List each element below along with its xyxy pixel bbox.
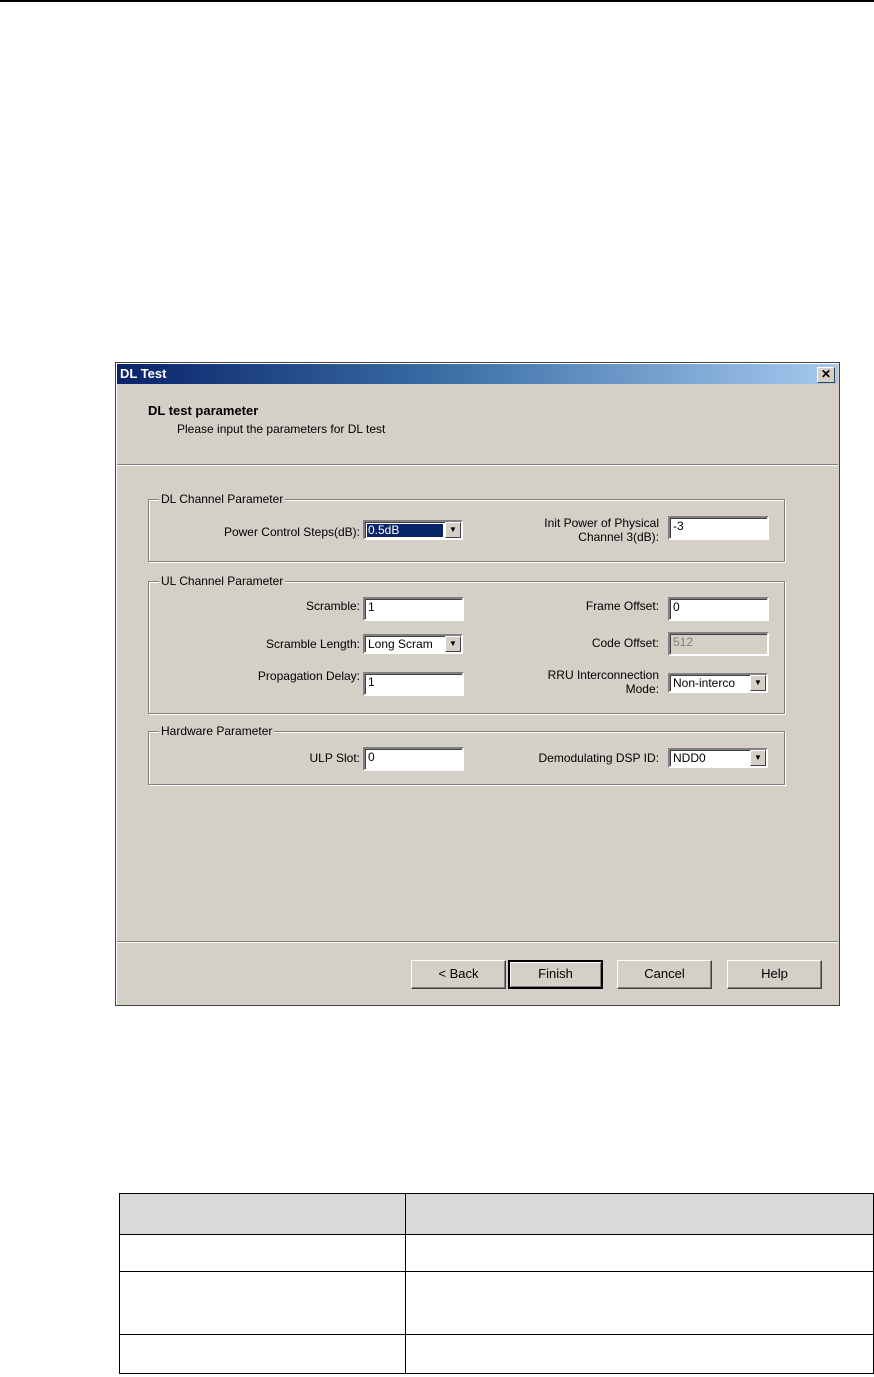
dialog-title: DL Test: [120, 366, 167, 381]
propagation-delay-label: Propagation Delay:: [257, 669, 360, 683]
hardware-group: Hardware Parameter ULP Slot: 0 Demodulat…: [148, 724, 785, 785]
dsp-id-select[interactable]: NDD0 ▼: [668, 748, 768, 768]
init-power-input[interactable]: -3: [668, 516, 769, 540]
dsp-id-value: NDD0: [673, 752, 706, 765]
table-header-cell: [119, 1193, 406, 1235]
dl-channel-group: DL Channel Parameter Power Control Steps…: [148, 492, 785, 562]
ul-channel-group: UL Channel Parameter Scramble: 1 Frame O…: [148, 574, 785, 714]
frame-offset-input[interactable]: 0: [668, 597, 769, 621]
power-control-steps-value: 0.5dB: [366, 523, 444, 538]
rru-mode-select[interactable]: Non-interco ▼: [668, 673, 768, 693]
scramble-length-label: Scramble Length:: [265, 637, 360, 651]
footer-separator: [117, 941, 838, 943]
rru-mode-value: Non-interco: [673, 677, 736, 690]
help-button[interactable]: Help: [727, 960, 822, 989]
dl-test-dialog: DL Test ✕ DL test parameter Please input…: [115, 362, 840, 1006]
scramble-input[interactable]: 1: [363, 597, 464, 621]
header-separator: [117, 464, 838, 466]
table-cell: [119, 1271, 406, 1335]
rru-mode-label-line2: Mode:: [625, 682, 659, 696]
title-bar[interactable]: DL Test ✕: [117, 364, 838, 384]
power-control-steps-select[interactable]: 0.5dB ▼: [363, 520, 463, 540]
table-cell: [119, 1334, 406, 1374]
cancel-button[interactable]: Cancel: [617, 960, 712, 989]
frame-offset-label: Frame Offset:: [585, 599, 659, 613]
back-button[interactable]: < Back: [411, 960, 506, 989]
wizard-header: DL test parameter Please input the param…: [117, 385, 838, 464]
power-control-steps-label: Power Control Steps(dB):: [223, 525, 360, 539]
table-row: [119, 1271, 874, 1335]
scramble-length-value: Long Scram: [368, 638, 433, 651]
table-header-cell: [404, 1193, 874, 1235]
page-top-rule: [0, 0, 874, 2]
table-cell: [404, 1271, 874, 1335]
hardware-legend: Hardware Parameter: [159, 724, 275, 738]
ul-channel-legend: UL Channel Parameter: [159, 574, 286, 588]
dsp-id-label: Demodulating DSP ID:: [538, 751, 659, 765]
chevron-down-icon[interactable]: ▼: [750, 675, 766, 691]
dl-channel-legend: DL Channel Parameter: [159, 492, 286, 506]
init-power-label-line1: Init Power of Physical: [544, 516, 659, 530]
table-cell: [404, 1334, 874, 1374]
table-row: [119, 1334, 874, 1374]
rru-mode-label-line1: RRU Interconnection: [547, 668, 659, 682]
ulp-slot-input[interactable]: 0: [363, 747, 464, 771]
ulp-slot-label: ULP Slot:: [309, 751, 360, 765]
code-offset-label: Code Offset:: [591, 636, 659, 650]
table-header-row: [119, 1193, 874, 1235]
table-row: [119, 1234, 874, 1272]
finish-button[interactable]: Finish: [508, 960, 603, 989]
scramble-length-select[interactable]: Long Scram ▼: [363, 634, 463, 654]
parameter-table: [119, 1193, 874, 1374]
close-icon[interactable]: ✕: [817, 367, 835, 383]
scramble-label: Scramble:: [305, 599, 360, 613]
table-cell: [119, 1234, 406, 1272]
chevron-down-icon[interactable]: ▼: [445, 522, 461, 538]
init-power-label-line2: Channel 3(dB):: [578, 530, 659, 544]
propagation-delay-input[interactable]: 1: [363, 672, 464, 696]
chevron-down-icon[interactable]: ▼: [750, 750, 766, 766]
header-subtitle: Please input the parameters for DL test: [177, 422, 386, 436]
chevron-down-icon[interactable]: ▼: [445, 636, 461, 652]
header-title: DL test parameter: [148, 403, 259, 418]
code-offset-input: 512: [668, 632, 769, 656]
table-cell: [404, 1234, 874, 1272]
